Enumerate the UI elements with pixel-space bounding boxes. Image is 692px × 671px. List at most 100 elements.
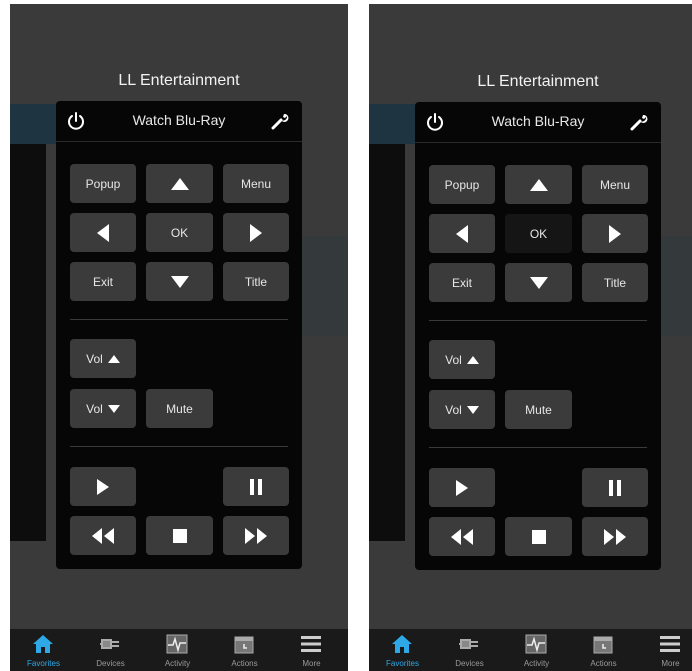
pulse-icon — [166, 634, 188, 654]
right-arrow-icon — [609, 224, 621, 243]
popup-button[interactable]: Popup — [70, 164, 136, 203]
down-arrow-icon — [170, 275, 189, 288]
remote-panel: Watch Blu-Ray Popup Menu OK Exit Title V… — [56, 101, 302, 569]
remote-header: Watch Blu-Ray — [415, 102, 661, 143]
tab-favorites[interactable]: Favorites — [10, 631, 77, 671]
mute-button[interactable]: Mute — [146, 389, 213, 428]
remote-panel: Watch Blu-Ray Popup Menu OK Exit Title V… — [415, 102, 661, 570]
play-icon — [97, 478, 109, 495]
app-title: LL Entertainment — [118, 72, 240, 89]
tab-label: Favorites — [27, 659, 60, 668]
tab-activity[interactable]: Activity — [144, 631, 211, 671]
tab-activity[interactable]: Activity — [503, 631, 570, 671]
background-card — [10, 144, 46, 541]
fast-forward-button[interactable] — [582, 517, 648, 556]
down-arrow-icon — [466, 405, 479, 414]
plug-icon — [100, 639, 119, 649]
tab-actions[interactable]: Actions — [211, 631, 278, 671]
volume-up-button[interactable]: Vol — [70, 339, 136, 378]
divider — [70, 319, 288, 320]
tab-label: Actions — [231, 659, 258, 668]
background-card — [369, 104, 417, 144]
background-card — [659, 236, 692, 336]
volume-down-label: Vol — [445, 402, 462, 417]
tab-label: Devices — [455, 659, 484, 668]
pulse-icon — [525, 634, 547, 654]
divider — [70, 446, 288, 447]
activity-title: Watch Blu-Ray — [132, 112, 226, 128]
pause-button[interactable] — [582, 468, 648, 507]
rewind-button[interactable] — [70, 516, 136, 555]
exit-button[interactable]: Exit — [429, 263, 495, 302]
volume-down-button[interactable]: Vol — [70, 389, 136, 428]
home-icon — [392, 635, 412, 653]
exit-button[interactable]: Exit — [70, 262, 136, 301]
menu-button[interactable]: Menu — [582, 165, 648, 204]
wrench-icon[interactable] — [629, 112, 649, 132]
menu-icon — [660, 636, 680, 652]
remote-header: Watch Blu-Ray — [56, 101, 302, 142]
app-title: LL Entertainment — [477, 73, 599, 90]
tab-devices[interactable]: Devices — [77, 631, 144, 671]
pause-icon — [609, 479, 621, 496]
tab-more[interactable]: More — [637, 631, 692, 671]
down-button[interactable] — [146, 262, 213, 301]
pause-icon — [250, 478, 262, 495]
volume-down-button[interactable]: Vol — [429, 390, 495, 429]
background-card — [369, 144, 405, 541]
rewind-button[interactable] — [429, 517, 495, 556]
pause-button[interactable] — [223, 467, 289, 506]
right-button[interactable] — [223, 213, 289, 252]
left-button[interactable] — [429, 214, 495, 253]
rewind-icon — [451, 528, 473, 545]
tab-label: Favorites — [386, 659, 419, 668]
popup-button[interactable]: Popup — [429, 165, 495, 204]
volume-up-label: Vol — [445, 352, 462, 367]
left-button[interactable] — [70, 213, 136, 252]
ok-button[interactable]: OK — [505, 214, 572, 253]
tab-label: Activity — [164, 659, 191, 668]
volume-down-label: Vol — [86, 401, 103, 416]
fast-forward-icon — [245, 527, 267, 544]
stop-icon — [172, 528, 187, 543]
rewind-icon — [92, 527, 114, 544]
tab-actions[interactable]: Actions — [570, 631, 637, 671]
fast-forward-button[interactable] — [223, 516, 289, 555]
up-button[interactable] — [146, 164, 213, 203]
divider — [429, 320, 647, 321]
play-button[interactable] — [429, 468, 495, 507]
menu-icon — [301, 636, 321, 652]
right-button[interactable] — [582, 214, 648, 253]
left-arrow-icon — [456, 224, 468, 243]
play-button[interactable] — [70, 467, 136, 506]
play-icon — [456, 479, 468, 496]
tab-bar: Favorites Devices Activity Actions More — [10, 629, 348, 671]
wrench-icon[interactable] — [270, 111, 290, 131]
tab-label: More — [661, 659, 680, 668]
plug-icon — [459, 639, 478, 649]
title-button[interactable]: Title — [223, 262, 289, 301]
down-button[interactable] — [505, 263, 572, 302]
stop-button[interactable] — [505, 517, 572, 556]
title-button[interactable]: Title — [582, 263, 648, 302]
up-arrow-icon — [466, 355, 479, 364]
screen-left: LL Entertainment Watch Blu-Ray Popup Men… — [10, 4, 348, 671]
stop-icon — [531, 529, 546, 544]
mute-button[interactable]: Mute — [505, 390, 572, 429]
volume-up-button[interactable]: Vol — [429, 340, 495, 379]
fast-forward-icon — [604, 528, 626, 545]
up-button[interactable] — [505, 165, 572, 204]
stop-button[interactable] — [146, 516, 213, 555]
menu-button[interactable]: Menu — [223, 164, 289, 203]
tab-label: Activity — [523, 659, 550, 668]
tab-more[interactable]: More — [278, 631, 345, 671]
divider — [429, 447, 647, 448]
tab-favorites[interactable]: Favorites — [369, 631, 436, 671]
tab-bar: Favorites Devices Activity Actions More — [369, 629, 692, 671]
tab-label: Actions — [590, 659, 617, 668]
tab-devices[interactable]: Devices — [436, 631, 503, 671]
ok-button[interactable]: OK — [146, 213, 213, 252]
down-arrow-icon — [107, 404, 120, 413]
calendar-icon — [234, 636, 254, 654]
tab-label: More — [302, 659, 321, 668]
